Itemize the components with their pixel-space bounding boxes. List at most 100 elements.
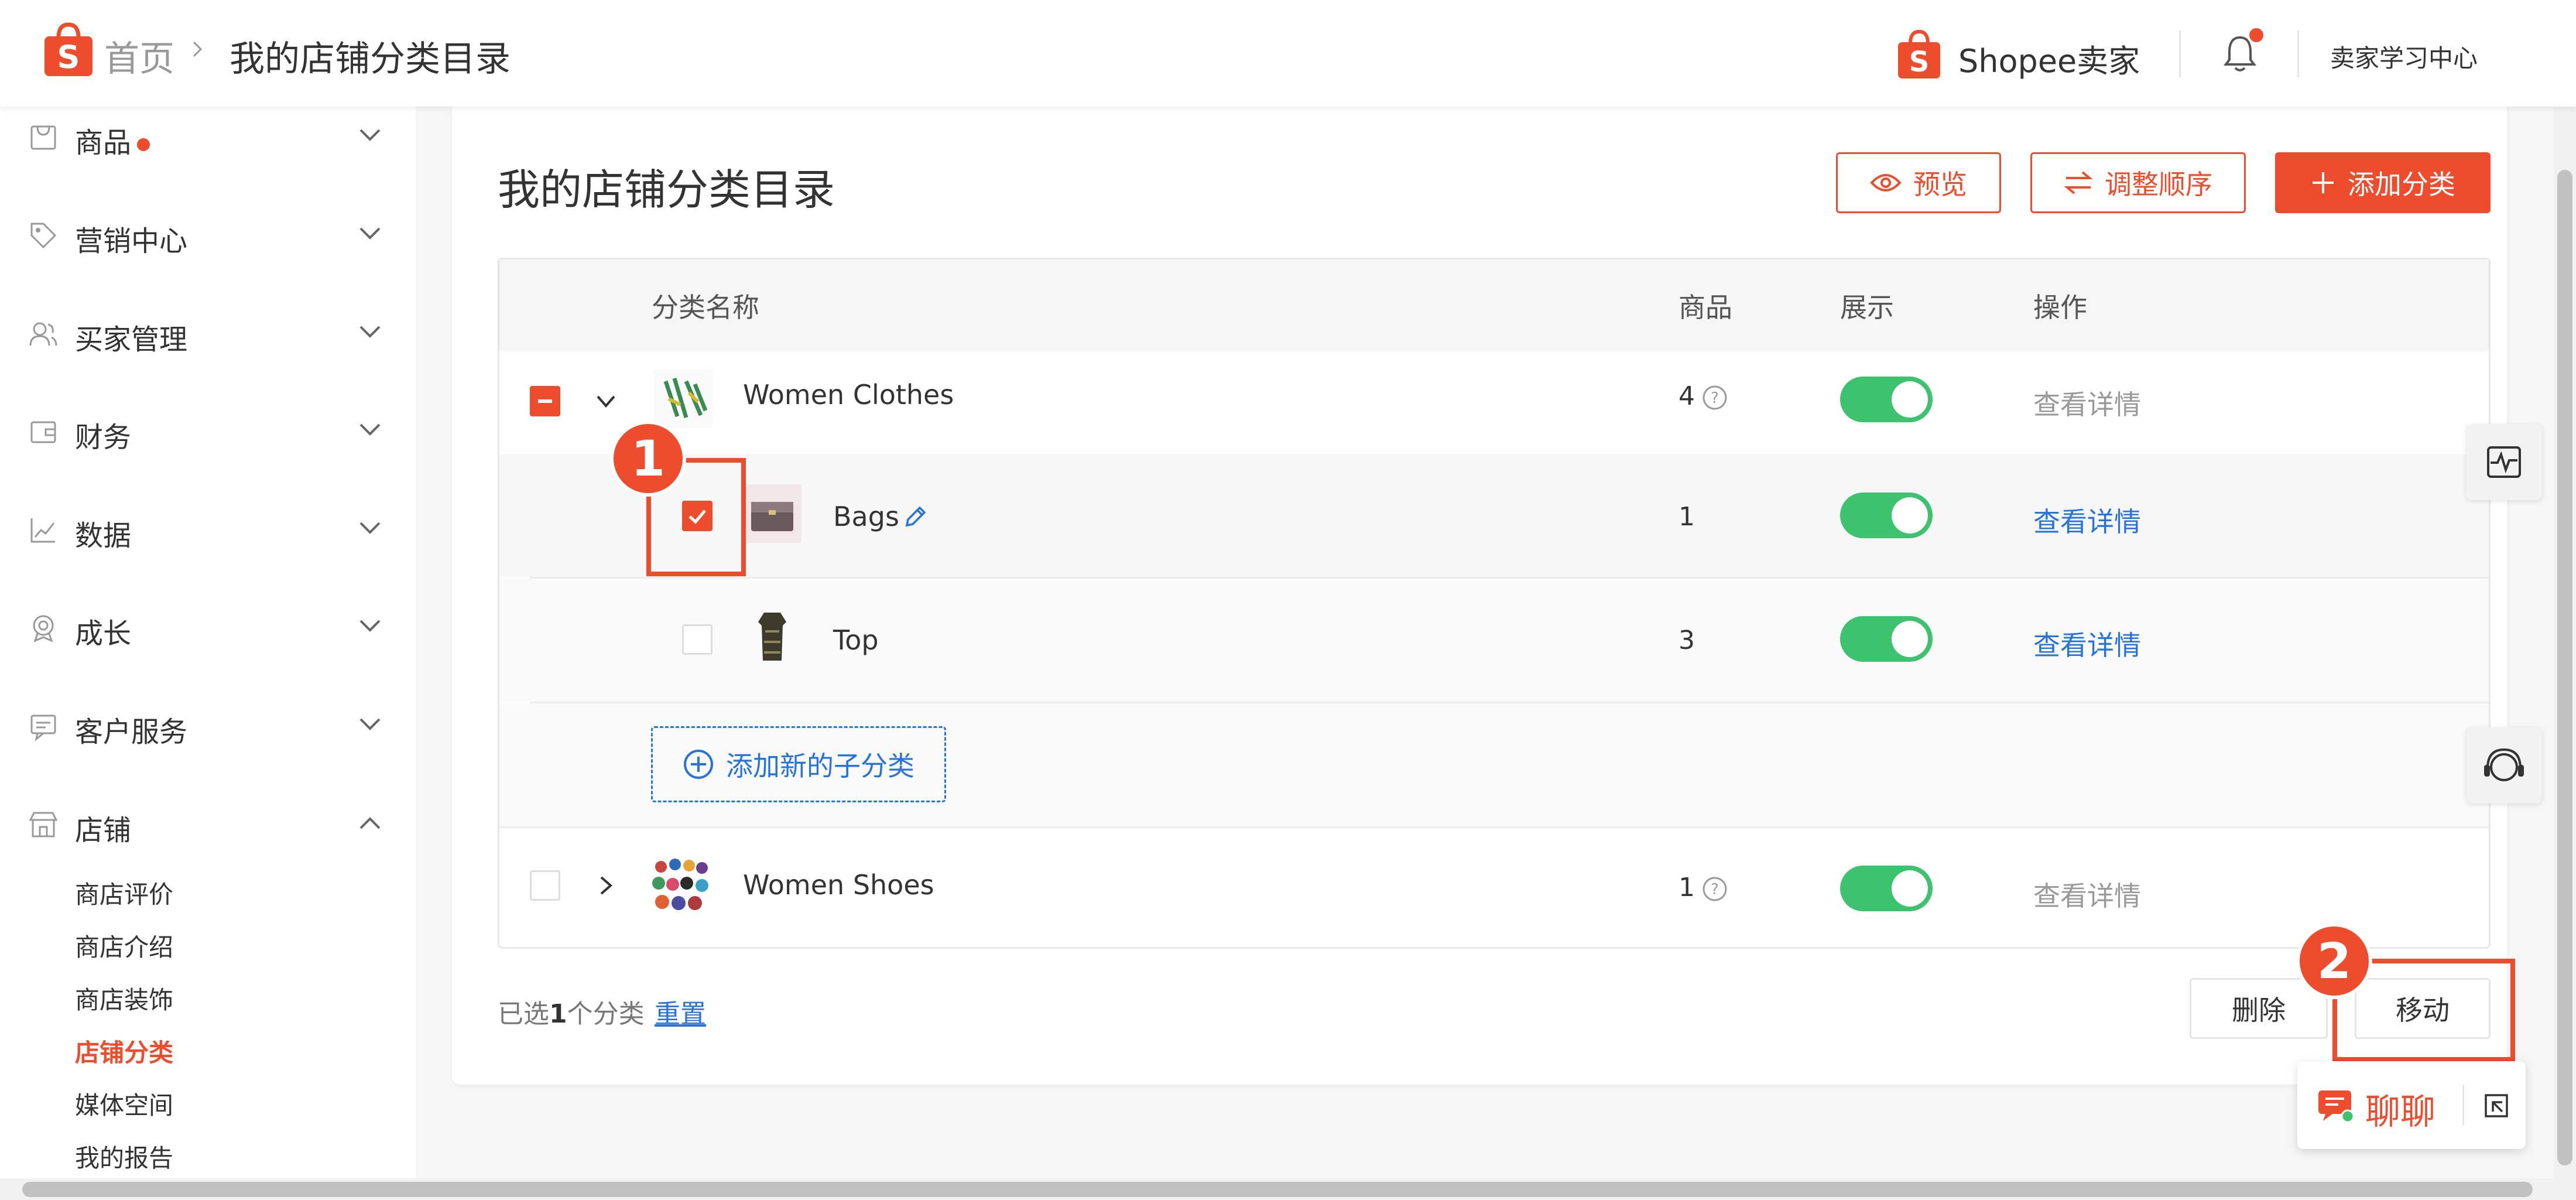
horizontal-scrollbar-thumb[interactable] [22, 1182, 2533, 1197]
sidebar-item-shop[interactable]: 店铺 [0, 794, 416, 853]
category-table: 分类名称 商品 展示 操作 Women Clothes 4 ? 查看详情 Bag… [498, 258, 2491, 949]
product-count: 3 [1678, 625, 1695, 655]
page-title: 我的店铺分类目录 [498, 165, 835, 214]
sidebar: 商品 营销中心 买家管理 财务 数据 成长 客户服务 店铺 商店评价 商店介绍 … [0, 107, 416, 1178]
sidebar-item-label: 营销中心 [75, 225, 188, 258]
support-widget-button[interactable] [2466, 727, 2542, 804]
category-thumbnail [743, 484, 801, 543]
plus-icon [2313, 172, 2334, 193]
selected-count: 1 [549, 999, 567, 1029]
swap-icon [2064, 171, 2093, 194]
sidebar-item-customer-service[interactable]: 客户服务 [0, 696, 416, 754]
reorder-button[interactable]: 调整顺序 [2030, 152, 2246, 213]
view-details-link[interactable]: 查看详情 [2033, 875, 2141, 914]
chevron-down-icon[interactable] [594, 389, 618, 413]
sidebar-item-label: 客户服务 [75, 716, 188, 748]
display-toggle[interactable] [1840, 866, 1933, 911]
minimize-icon[interactable] [2482, 1092, 2510, 1120]
add-subcategory-label: 添加新的子分类 [726, 750, 914, 782]
table-row: Top 3 查看详情 [499, 579, 2489, 702]
learning-center-link[interactable]: 卖家学习中心 [2330, 39, 2478, 74]
sidebar-item-marketing[interactable]: 营销中心 [0, 205, 416, 264]
column-header-actions: 操作 [2033, 292, 2087, 323]
display-toggle[interactable] [1840, 493, 1933, 538]
message-icon [30, 714, 56, 741]
product-count: 1 [1678, 502, 1695, 532]
sidebar-item-data[interactable]: 数据 [0, 500, 416, 558]
row-checkbox[interactable] [530, 386, 560, 416]
table-row: Women Clothes 4 ? 查看详情 [499, 348, 2489, 454]
sidebar-sub-item-reports[interactable]: 我的报告 [75, 1139, 173, 1174]
category-thumbnail [649, 854, 712, 917]
sidebar-sub-item-intro[interactable]: 商店介绍 [75, 928, 173, 963]
product-count: 1 [1678, 873, 1695, 902]
category-name: Bags [833, 501, 899, 532]
preview-button[interactable]: 预览 [1836, 152, 2001, 213]
svg-text:?: ? [1711, 389, 1719, 407]
column-header-name: 分类名称 [652, 292, 759, 323]
home-link[interactable]: 首页 [104, 30, 174, 81]
sidebar-item-label: 店铺 [75, 814, 132, 847]
svg-text:?: ? [1711, 881, 1719, 898]
reset-link[interactable]: 重置 [655, 993, 706, 1030]
shopee-logo-icon[interactable]: S [42, 21, 95, 77]
sidebar-sub-item-categories[interactable]: 店铺分类 [75, 1033, 173, 1069]
sidebar-item-products[interactable]: 商品 [0, 107, 416, 165]
chart-icon [30, 518, 55, 543]
chat-widget[interactable]: 聊聊 [2297, 1061, 2526, 1149]
sidebar-item-label: 成长 [75, 617, 132, 650]
column-header-products: 商品 [1678, 292, 1732, 323]
pulse-monitor-icon [2487, 446, 2521, 478]
row-checkbox[interactable] [530, 870, 560, 901]
chevron-up-icon [359, 817, 381, 829]
view-details-link[interactable]: 查看详情 [2033, 624, 2141, 663]
chevron-right-icon[interactable] [594, 874, 618, 897]
reorder-button-label: 调整顺序 [2105, 169, 2212, 200]
shop-icon [29, 812, 58, 837]
help-icon[interactable]: ? [1702, 385, 1728, 411]
vertical-scrollbar-thumb[interactable] [2557, 170, 2572, 1165]
eye-icon [1870, 174, 1902, 192]
sidebar-sub-item-decoration[interactable]: 商店装饰 [75, 980, 173, 1016]
add-subcategory-button[interactable]: 添加新的子分类 [651, 726, 946, 802]
category-name: Top [833, 624, 879, 656]
chat-bubble-icon [2318, 1090, 2355, 1123]
chevron-down-icon [359, 227, 381, 240]
selected-suffix: 个分类 [567, 999, 645, 1029]
annotation-badge-step2: 2 [2296, 923, 2372, 999]
chevron-down-icon [359, 423, 381, 436]
table-row: Bags 1 查看详情 [499, 454, 2489, 577]
display-toggle[interactable] [1840, 616, 1933, 662]
chevron-right-icon [193, 41, 203, 57]
row-checkbox[interactable] [682, 624, 712, 655]
category-name: Women Clothes [743, 379, 954, 411]
seller-brand[interactable]: Shopee卖家 [1958, 35, 2140, 81]
table-row: Women Shoes 1 ? 查看详情 [499, 828, 2489, 945]
category-thumbnail [743, 608, 801, 666]
display-toggle[interactable] [1840, 377, 1933, 422]
view-details-link[interactable]: 查看详情 [2033, 384, 2141, 422]
edit-pencil-icon[interactable] [901, 503, 929, 531]
add-category-button[interactable]: 添加分类 [2275, 152, 2491, 213]
shopee-seller-logo-icon[interactable]: S [1896, 28, 1943, 80]
annotation-badge-step1: 1 [610, 420, 686, 497]
chevron-down-icon [359, 326, 381, 338]
performance-widget-button[interactable] [2466, 424, 2542, 500]
sidebar-item-finance[interactable]: 财务 [0, 401, 416, 460]
wallet-icon [30, 421, 56, 443]
delete-button-label: 删除 [2232, 994, 2286, 1026]
sidebar-item-label: 买家管理 [75, 323, 188, 356]
product-count: 4 [1678, 381, 1695, 411]
preview-button-label: 预览 [1913, 169, 1967, 200]
category-thumbnail [654, 370, 712, 428]
sidebar-item-growth[interactable]: 成长 [0, 597, 416, 656]
chevron-down-icon [359, 620, 381, 632]
sidebar-sub-item-reviews[interactable]: 商店评价 [75, 875, 173, 911]
plus-circle-icon [684, 750, 713, 779]
chat-label: 聊聊 [2365, 1092, 2435, 1133]
sidebar-item-buyers[interactable]: 买家管理 [0, 303, 416, 362]
sidebar-sub-item-media[interactable]: 媒体空间 [75, 1086, 173, 1122]
view-details-link[interactable]: 查看详情 [2033, 501, 2141, 539]
category-name: Women Shoes [743, 869, 934, 901]
help-icon[interactable]: ? [1702, 876, 1728, 902]
